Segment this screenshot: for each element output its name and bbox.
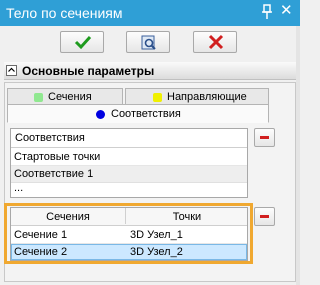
close-icon[interactable]: ✕: [280, 3, 293, 19]
panel-edge: [296, 26, 300, 285]
ok-button[interactable]: [60, 31, 104, 53]
section-header[interactable]: Основные параметры: [4, 62, 296, 80]
highlight-frame: [4, 203, 253, 264]
list-item-label: ...: [14, 182, 24, 194]
window-title: Тело по сечениям: [6, 5, 123, 21]
list-header-label: Соответствия: [15, 132, 85, 144]
section-title: Основные параметры: [22, 64, 155, 78]
tab-color-icon: [96, 110, 105, 119]
remove-correspondence-button[interactable]: [254, 128, 275, 147]
tab-correspondences[interactable]: Соответствия: [7, 104, 269, 123]
minus-icon: [260, 136, 269, 139]
list-item[interactable]: Стартовые точки: [11, 149, 247, 166]
collapse-icon[interactable]: [6, 65, 17, 76]
list-item-label: Соответствие 1: [14, 168, 94, 180]
checkmark-icon: [74, 35, 92, 50]
tab-sections[interactable]: Сечения: [7, 88, 123, 105]
window-titlebar: Тело по сечениям ✕: [0, 0, 300, 26]
tab-label: Соответствия: [111, 108, 181, 120]
pin-icon[interactable]: [260, 4, 274, 20]
tab-color-icon: [153, 93, 162, 102]
cancel-icon: [208, 34, 224, 50]
correspondence-list[interactable]: Соответствия Стартовые точки Соответстви…: [10, 128, 248, 198]
list-item[interactable]: ...: [11, 182, 247, 199]
cancel-button[interactable]: [193, 31, 237, 53]
tab-color-icon: [34, 93, 43, 102]
list-item-label: Стартовые точки: [14, 151, 101, 163]
minus-icon: [260, 215, 269, 218]
tab-guides[interactable]: Направляющие: [125, 88, 269, 105]
list-header: Соответствия: [11, 129, 247, 148]
preview-icon: [141, 35, 156, 50]
preview-button[interactable]: [126, 31, 170, 53]
tab-label: Сечения: [48, 91, 92, 103]
remove-section-button[interactable]: [254, 207, 275, 226]
tab-label: Направляющие: [167, 91, 247, 103]
list-item[interactable]: Соответствие 1: [11, 166, 247, 183]
